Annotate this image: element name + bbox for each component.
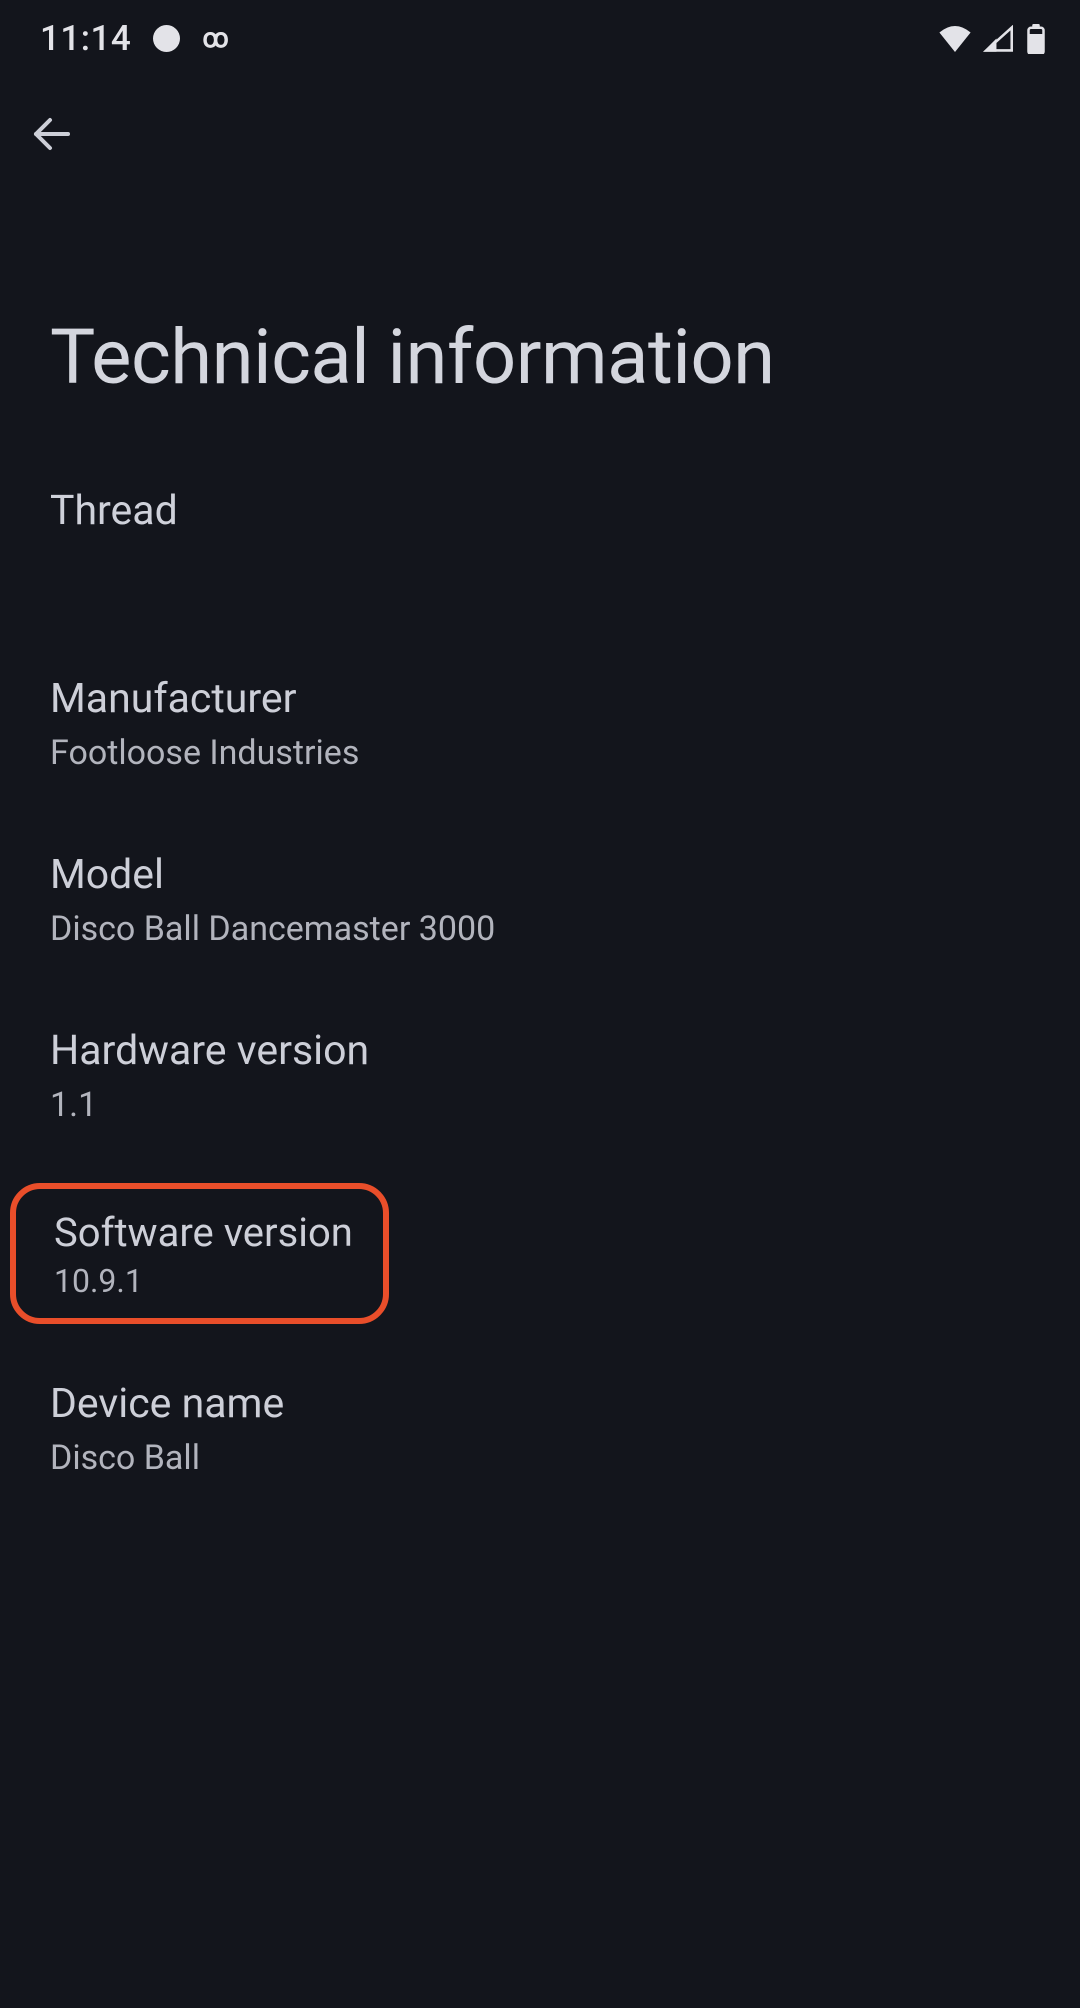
voicemail-icon: ꝏ xyxy=(202,24,226,54)
item-value: 10.9.1 xyxy=(54,1262,353,1300)
list-item-model[interactable]: Model Disco Ball Dancemaster 3000 xyxy=(0,803,1080,979)
list-item-device-name[interactable]: Device name Disco Ball xyxy=(0,1324,1080,1508)
status-bar: 11:14 ꝏ xyxy=(0,0,1080,70)
battery-icon xyxy=(1027,24,1045,54)
arrow-left-icon xyxy=(28,110,76,158)
item-label: Manufacturer xyxy=(50,675,1030,723)
item-value: 1.1 xyxy=(50,1085,1030,1125)
status-right xyxy=(939,24,1045,54)
status-time: 11:14 xyxy=(40,18,131,59)
page-title: Technical information xyxy=(0,162,1080,402)
item-label: Model xyxy=(50,851,1030,899)
item-value: Footloose Industries xyxy=(50,733,1030,773)
back-button[interactable] xyxy=(0,70,76,162)
item-label: Software version xyxy=(54,1209,353,1256)
item-label: Hardware version xyxy=(50,1027,1030,1075)
status-dot-icon xyxy=(153,25,180,52)
list-item-manufacturer[interactable]: Manufacturer Footloose Industries xyxy=(0,535,1080,803)
list-item-hardware-version[interactable]: Hardware version 1.1 xyxy=(0,979,1080,1155)
wifi-icon xyxy=(939,26,971,52)
item-value: Disco Ball xyxy=(50,1438,1030,1478)
item-value: Disco Ball Dancemaster 3000 xyxy=(50,909,1030,949)
status-left: 11:14 ꝏ xyxy=(40,18,227,59)
cellular-signal-icon xyxy=(983,25,1015,53)
list-item-software-version-highlighted[interactable]: Software version 10.9.1 xyxy=(10,1183,389,1324)
section-header-thread: Thread xyxy=(0,402,1080,535)
item-label: Device name xyxy=(50,1380,1030,1428)
